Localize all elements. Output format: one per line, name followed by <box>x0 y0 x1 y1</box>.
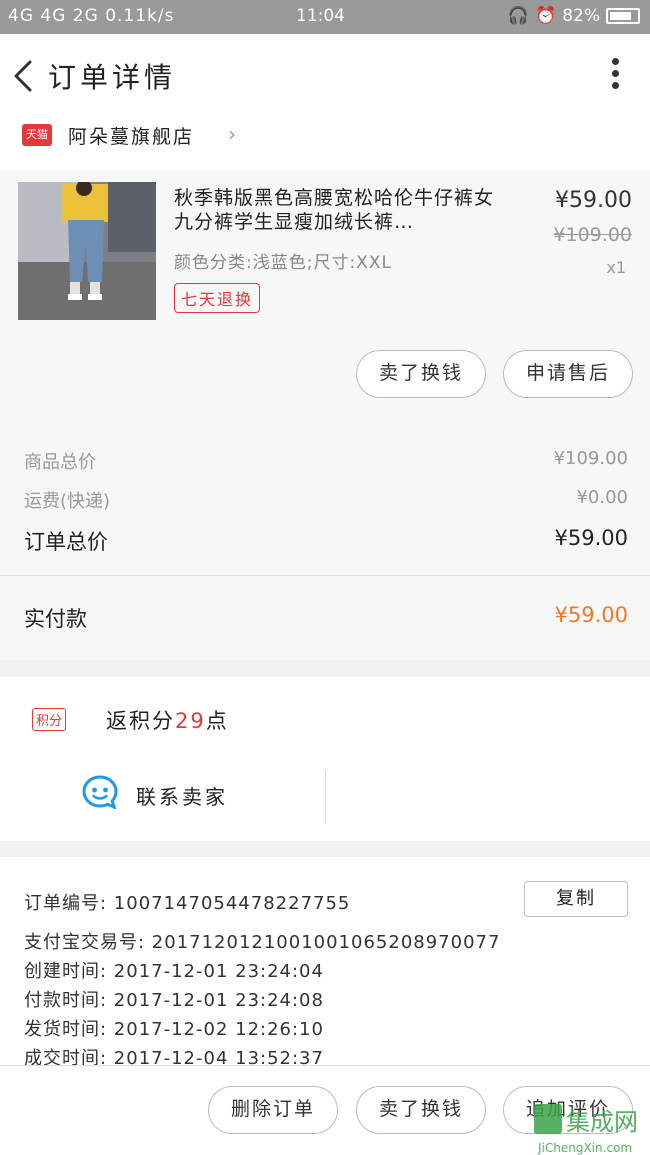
tmall-badge-icon: 天猫 <box>22 124 52 146</box>
contact-seller-label: 联系卖家 <box>136 785 228 809</box>
items-total-value: ¥109.00 <box>553 448 628 469</box>
sell-again-button[interactable]: 卖了换钱 <box>356 1086 486 1134</box>
shipping-label: 运费(快递) <box>24 491 111 512</box>
delete-order-button[interactable]: 删除订单 <box>208 1086 338 1134</box>
price-summary: 商品总价 ¥109.00 运费(快递) ¥0.00 订单总价 ¥59.00 实付… <box>0 420 650 660</box>
back-arrow-icon[interactable] <box>8 58 38 94</box>
paid-label: 实付款 <box>24 607 87 631</box>
order-total-value: ¥59.00 <box>554 526 628 550</box>
product-image[interactable] <box>18 182 156 320</box>
product-spec: 颜色分类:浅蓝色;尺寸:XXL <box>174 253 392 273</box>
page-title: 订单详情 <box>48 61 177 94</box>
return-policy-badge: 七天退换 <box>174 283 261 313</box>
watermark-url: JiChengXin.com <box>537 1141 632 1155</box>
copy-button[interactable]: 复制 <box>524 881 628 917</box>
site-watermark: 集成网 JiChengXin.com <box>534 1104 638 1155</box>
signal-indicator: 4G 4G 2G 0.11k/s <box>8 6 175 26</box>
sell-button[interactable]: 卖了换钱 <box>356 350 486 398</box>
alipay-number: 支付宝交易号: 2017120121001001065208970077 <box>24 932 501 953</box>
battery-percent: 82% <box>562 6 600 26</box>
shipping-value: ¥0.00 <box>576 487 628 508</box>
shop-row[interactable]: 天猫 阿朵蔓旗舰店 › <box>0 118 650 170</box>
contact-seller-button[interactable]: 联系卖家 <box>0 769 325 821</box>
product-title[interactable]: 秋季韩版黑色高腰宽松哈伦牛仔裤女九分裤学生显瘦加绒长裤… <box>174 186 504 234</box>
status-bar: 4G 4G 2G 0.11k/s 11:04 🎧 ⏰ 82% <box>0 0 650 34</box>
points-tag: 积分 <box>32 708 67 731</box>
points-section: 积分 返积分29点 联系卖家 <box>0 677 650 841</box>
points-text: 返积分29点 <box>106 709 229 733</box>
divider <box>0 575 650 576</box>
clock: 11:04 <box>296 6 345 26</box>
shop-name[interactable]: 阿朵蔓旗舰店 <box>68 122 194 149</box>
order-number: 订单编号: 1007147054478227755 <box>24 893 351 914</box>
order-info: 订单编号: 1007147054478227755 复制 支付宝交易号: 201… <box>0 857 650 1069</box>
chat-bubble-icon <box>82 775 118 809</box>
battery-fill <box>610 12 631 20</box>
headphones-icon: 🎧 <box>507 6 530 26</box>
created-time: 创建时间: 2017-12-01 23:24:04 <box>24 961 324 982</box>
product-price: ¥59.00 <box>555 188 632 213</box>
product-original-price: ¥109.00 <box>553 224 632 246</box>
shipped-time: 发货时间: 2017-12-02 12:26:10 <box>24 1019 324 1040</box>
product-card[interactable]: 秋季韩版黑色高腰宽松哈伦牛仔裤女九分裤学生显瘦加绒长裤… 颜色分类:浅蓝色;尺寸… <box>0 170 650 420</box>
paid-time: 付款时间: 2017-12-01 23:24:08 <box>24 990 324 1011</box>
after-sale-button[interactable]: 申请售后 <box>503 350 633 398</box>
items-total-label: 商品总价 <box>24 452 96 473</box>
product-quantity: x1 <box>606 258 626 277</box>
paid-value: ¥59.00 <box>554 603 628 627</box>
more-menu-icon[interactable] <box>610 58 620 94</box>
title-bar: 订单详情 <box>0 34 650 118</box>
battery-icon <box>606 8 640 24</box>
watermark-text: 集成网 <box>566 1108 638 1136</box>
alarm-icon: ⏰ <box>535 6 557 26</box>
order-total-label: 订单总价 <box>24 530 108 554</box>
points-value: 29 <box>175 709 206 733</box>
divider <box>325 771 326 823</box>
chevron-right-icon: › <box>228 122 236 146</box>
